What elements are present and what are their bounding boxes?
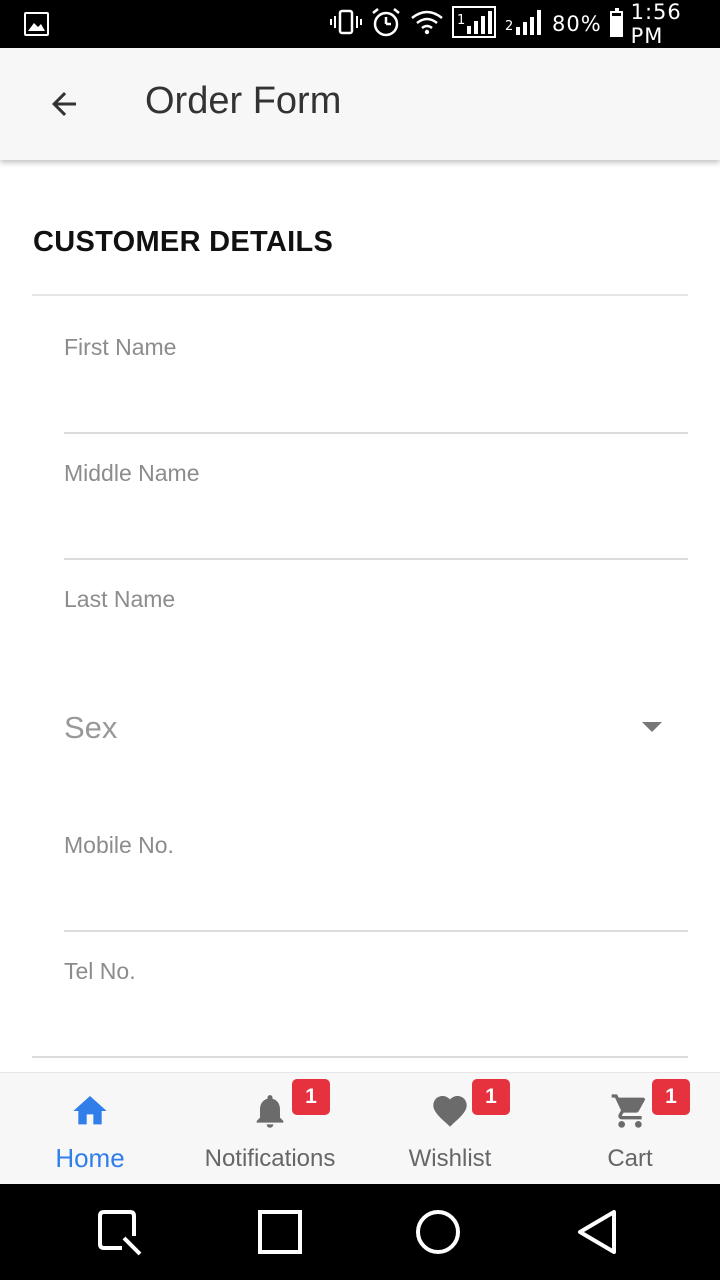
nav-label-notifications: Notifications xyxy=(204,1145,336,1172)
section-title: CUSTOMER DETAILS xyxy=(33,226,334,258)
nav-item-home[interactable]: Home xyxy=(0,1073,180,1185)
nav-label-wishlist: Wishlist xyxy=(408,1145,492,1172)
screenshot-button[interactable] xyxy=(96,1208,144,1256)
wishlist-badge: 1 xyxy=(472,1079,510,1115)
bottom-navigation: Home 1 Notifications 1 Wishlist 1 Cart xyxy=(0,1072,720,1184)
nav-item-wishlist[interactable]: 1 Wishlist xyxy=(360,1073,540,1185)
cart-icon xyxy=(611,1094,646,1128)
signal-sim1-icon: 1 xyxy=(452,5,496,43)
battery-percent: 80% xyxy=(552,12,602,36)
alarm-icon xyxy=(370,6,402,43)
battery-icon xyxy=(609,8,623,37)
home-system-button[interactable] xyxy=(414,1208,462,1256)
sex-select[interactable]: Sex xyxy=(64,710,688,750)
arrow-back-icon xyxy=(52,92,76,116)
notifications-badge: 1 xyxy=(292,1079,330,1115)
cart-badge: 1 xyxy=(652,1079,690,1115)
middle-name-label: Middle Name xyxy=(64,460,200,486)
signal-sim2-icon: 2 xyxy=(504,7,544,42)
clock: 1:56 PM xyxy=(630,0,682,48)
heart-icon xyxy=(433,1096,467,1127)
sim2-label: 2 xyxy=(505,18,515,34)
bell-icon xyxy=(256,1095,284,1128)
first-name-input[interactable] xyxy=(64,387,688,427)
home-circle-icon xyxy=(416,1210,460,1254)
first-name-field: First Name xyxy=(64,334,688,434)
screenshot-icon xyxy=(98,1210,142,1256)
vibrate-icon xyxy=(330,8,362,41)
mobile-no-underline xyxy=(64,930,688,932)
nav-item-notifications[interactable]: 1 Notifications xyxy=(180,1073,360,1185)
last-name-input[interactable] xyxy=(64,639,688,679)
back-button[interactable] xyxy=(32,72,96,136)
first-name-label: First Name xyxy=(64,334,177,360)
first-name-underline xyxy=(64,432,688,434)
middle-name-underline xyxy=(64,558,688,560)
dropdown-arrow-icon xyxy=(642,722,662,732)
middle-name-field: Middle Name xyxy=(64,460,688,560)
section-divider xyxy=(32,294,688,296)
wifi-icon xyxy=(410,9,444,40)
recents-button[interactable] xyxy=(256,1208,304,1256)
gallery-icon xyxy=(24,12,49,36)
middle-name-input[interactable] xyxy=(64,513,688,553)
app-bar: Order Form xyxy=(0,48,720,160)
last-name-field: Last Name xyxy=(64,586,688,679)
mobile-no-label: Mobile No. xyxy=(64,832,174,858)
nav-label-home: Home xyxy=(55,1143,125,1173)
status-bar: 1 2 80% 1:56 PM xyxy=(0,0,720,48)
tel-no-field: Tel No. xyxy=(64,958,688,1051)
last-name-label: Last Name xyxy=(64,586,176,612)
mobile-no-field: Mobile No. xyxy=(64,832,688,932)
home-icon xyxy=(73,1096,107,1125)
mobile-no-input[interactable] xyxy=(64,885,688,925)
system-navigation-bar xyxy=(0,1184,720,1280)
page-title: Order Form xyxy=(145,80,342,122)
back-triangle-icon xyxy=(578,1210,616,1254)
section-end-divider xyxy=(32,1056,688,1058)
tel-no-input[interactable] xyxy=(64,1011,688,1051)
sex-select-value: Sex xyxy=(64,710,118,745)
nav-label-cart: Cart xyxy=(607,1145,653,1172)
order-form: CUSTOMER DETAILS First Name Middle Name … xyxy=(0,160,720,1072)
nav-item-cart[interactable]: 1 Cart xyxy=(540,1073,720,1185)
recents-icon xyxy=(258,1210,302,1254)
sim1-label: 1 xyxy=(457,12,467,28)
tel-no-label: Tel No. xyxy=(64,958,136,984)
back-system-button[interactable] xyxy=(574,1208,622,1256)
